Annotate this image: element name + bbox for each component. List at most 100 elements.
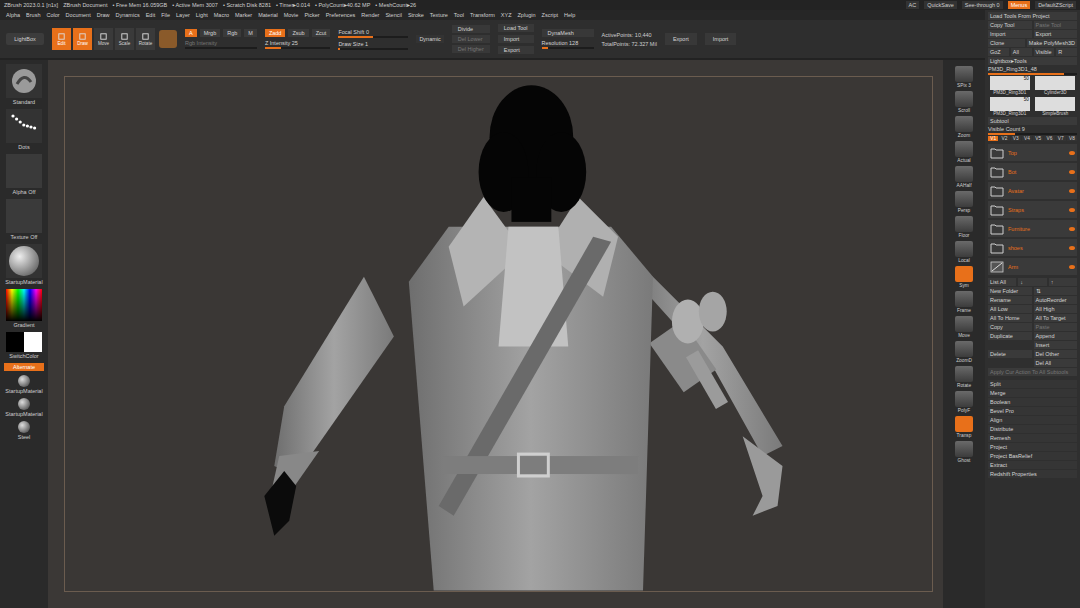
subtool-action-button[interactable] <box>988 359 1032 367</box>
subtool-action-button[interactable]: List All <box>988 278 1016 286</box>
visible-count-slider[interactable]: Visible Count 9 <box>988 126 1077 135</box>
subpalette-header[interactable]: Split <box>988 380 1077 388</box>
subtool-row[interactable]: Top <box>988 144 1077 161</box>
tool-panel-button[interactable]: R <box>1056 48 1077 56</box>
tool-panel-button[interactable]: Import <box>988 30 1032 38</box>
subtool-action-button[interactable]: All To Target <box>1034 314 1078 322</box>
alpha-slot[interactable]: Alpha Off <box>6 154 42 195</box>
view-button[interactable]: Local <box>955 241 973 263</box>
version-tab[interactable]: V8 <box>1067 136 1077 141</box>
channel-button[interactable]: A <box>185 29 197 37</box>
subtool-action-button[interactable]: Del Other <box>1034 350 1078 358</box>
menu-item[interactable]: Color <box>46 12 59 18</box>
view-button[interactable]: Move <box>955 316 973 338</box>
subpalette-header[interactable]: Boolean <box>988 398 1077 406</box>
menu-item[interactable]: Dynamics <box>116 12 140 18</box>
view-button[interactable]: Rotate <box>955 366 973 388</box>
subtool-action-button[interactable]: All High <box>1034 305 1078 313</box>
version-tab[interactable]: V7 <box>1056 136 1066 141</box>
tool-panel-button[interactable]: Paste Tool <box>1034 21 1078 29</box>
subpalette-header[interactable]: Merge <box>988 389 1077 397</box>
tool-panel-button[interactable]: Export <box>1034 30 1078 38</box>
tool-button[interactable]: Load Tool <box>498 24 534 32</box>
mode-button[interactable]: Rotate <box>136 28 155 50</box>
menu-item[interactable]: Marker <box>235 12 252 18</box>
version-tab[interactable]: V1 <box>988 136 998 141</box>
material-slot[interactable]: Steel <box>18 421 31 440</box>
tool-button[interactable]: Export <box>498 46 534 54</box>
menu-item[interactable]: Alpha <box>6 12 20 18</box>
toolbar-button[interactable]: Export <box>665 33 697 45</box>
dynamic-button[interactable]: Dynamic <box>416 35 443 43</box>
tool-panel-button[interactable]: Load Tools From Project <box>988 12 1077 20</box>
subtool-action-button[interactable]: Apply Cur Action To All Subtools <box>988 368 1077 376</box>
view-button[interactable]: PolyF <box>955 391 973 413</box>
mode-button[interactable]: Scale <box>115 28 134 50</box>
subtool-action-button[interactable] <box>988 341 1032 349</box>
subpalette-header[interactable]: Project <box>988 443 1077 451</box>
subtool-action-button[interactable]: All Low <box>988 305 1032 313</box>
slider[interactable]: Rgb Intensity <box>185 40 257 49</box>
zmode-button[interactable]: Zcut <box>312 29 331 37</box>
menu-item[interactable]: File <box>161 12 170 18</box>
menu-item[interactable]: Draw <box>97 12 110 18</box>
slider[interactable]: Z Intensity 25 <box>265 40 330 49</box>
stroke-slot[interactable]: Dots <box>6 109 42 150</box>
view-button[interactable]: Scroll <box>955 91 973 113</box>
menu-item[interactable]: Movie <box>284 12 299 18</box>
subtool-row[interactable]: Furniture <box>988 220 1077 237</box>
sculpt-model[interactable] <box>65 77 932 591</box>
subtool-row[interactable]: shoes <box>988 239 1077 256</box>
view-button[interactable]: Frame <box>955 291 973 313</box>
title-button[interactable]: Menus <box>1008 1 1031 9</box>
subpalette-header[interactable]: Bevel Pro <box>988 407 1077 415</box>
color-picker[interactable]: Gradient <box>6 289 42 328</box>
mode-button[interactable]: Move <box>94 28 113 50</box>
visibility-eye-icon[interactable] <box>1069 246 1075 250</box>
tool-thumbnail[interactable]: SimpleBrush <box>1034 97 1078 116</box>
geometry-button[interactable]: Del Lower <box>452 35 490 43</box>
channel-button[interactable]: Mrgb <box>200 29 221 37</box>
title-button[interactable]: QuickSave <box>924 1 957 9</box>
visibility-eye-icon[interactable] <box>1069 208 1075 212</box>
tool-panel-button[interactable]: GoZ <box>988 48 1009 56</box>
tool-panel-button[interactable]: Lightbox▸Tools <box>988 57 1077 65</box>
zmode-button[interactable]: Zsub <box>288 29 308 37</box>
material-slot[interactable]: StartupMaterial <box>5 398 42 417</box>
menu-item[interactable]: Picker <box>304 12 319 18</box>
version-tab[interactable]: V6 <box>1044 136 1054 141</box>
tool-panel-button[interactable]: Clone <box>988 39 1025 47</box>
view-button[interactable]: Transp <box>955 416 973 438</box>
subtool-row[interactable]: Bot <box>988 163 1077 180</box>
tool-panel-button[interactable]: Visible <box>1034 48 1055 56</box>
menu-item[interactable]: Light <box>196 12 208 18</box>
material-slot[interactable]: StartupMaterial <box>5 375 42 394</box>
zmode-button[interactable]: Zadd <box>265 29 286 37</box>
tool-thumbnail[interactable]: Cylinder3D <box>1034 76 1078 95</box>
toolbar-button[interactable]: Import <box>705 33 737 45</box>
subtool-row[interactable]: Straps <box>988 201 1077 218</box>
version-tab[interactable]: V4 <box>1022 136 1032 141</box>
title-button[interactable]: DefaultZScript <box>1035 1 1076 9</box>
current-tool-slider[interactable]: PM3D_Ring3D1_48 <box>988 66 1077 75</box>
menu-item[interactable]: Stencil <box>385 12 402 18</box>
channel-button[interactable]: Rgb <box>223 29 241 37</box>
menu-item[interactable]: Tool <box>454 12 464 18</box>
texture-slot[interactable]: Texture Off <box>6 199 42 240</box>
tool-panel-button[interactable]: Make PolyMesh3D <box>1027 39 1077 47</box>
menu-item[interactable]: Edit <box>146 12 155 18</box>
lightbox-button[interactable]: LightBox <box>6 33 44 45</box>
tool-thumbnail[interactable]: 50 PM3D_Ring3D1 <box>988 97 1032 116</box>
subpalette-header[interactable]: Project BasRelief <box>988 452 1077 460</box>
subtool-action-button[interactable]: Duplicate <box>988 332 1032 340</box>
tool-thumbnail[interactable]: 50 PM3D_Ring3D1 <box>988 76 1032 95</box>
view-button[interactable]: Persp <box>955 191 973 213</box>
subtool-action-button[interactable]: All To Home <box>988 314 1032 322</box>
menu-item[interactable]: Layer <box>176 12 190 18</box>
menu-item[interactable]: Material <box>258 12 278 18</box>
subtool-action-button[interactable]: Copy <box>988 323 1032 331</box>
subtool-action-button[interactable]: Delete <box>988 350 1032 358</box>
view-button[interactable]: Actual <box>955 141 973 163</box>
view-button[interactable]: Sym <box>955 266 973 288</box>
subtool-row[interactable]: Arm <box>988 258 1077 275</box>
